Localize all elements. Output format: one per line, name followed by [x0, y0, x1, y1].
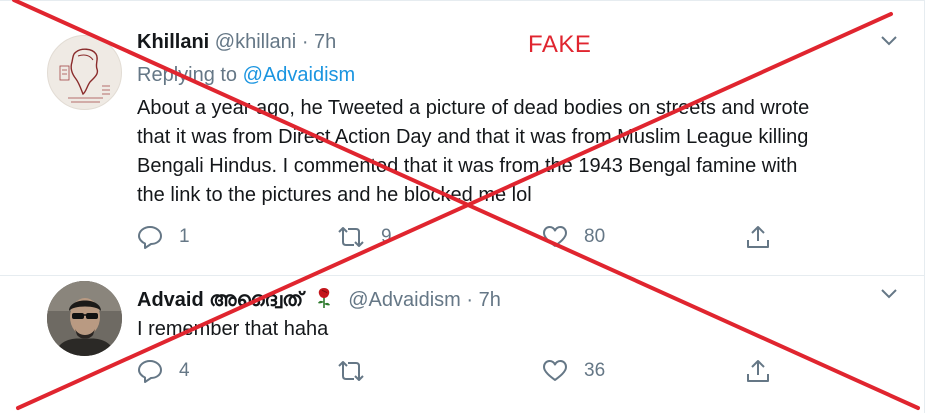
- share-button[interactable]: [745, 357, 771, 385]
- replying-to-line: Replying to @Advaidism: [137, 64, 355, 87]
- tweet-advaid[interactable]: Advaid അദ്വൈത് @Advaidism · 7h I remembe…: [0, 276, 925, 413]
- tweet-text: I remember that haha: [137, 315, 907, 344]
- meta-separator: ·: [466, 289, 474, 311]
- tweet-header: Advaid അദ്വൈത് @Advaidism · 7h: [137, 285, 501, 315]
- mention-link[interactable]: @Advaidism: [243, 64, 356, 86]
- tweet-header: Khillani @khillani · 7h: [137, 30, 336, 54]
- tweet-actions: 1 9 80: [137, 223, 787, 251]
- retweet-icon: [338, 361, 364, 381]
- reply-count: 1: [179, 226, 190, 247]
- tweet-text-line: I remember that haha: [137, 318, 329, 340]
- retweet-button[interactable]: 9: [337, 223, 392, 251]
- map-emblem-icon: [59, 48, 110, 103]
- share-icon: [747, 226, 769, 248]
- replying-prefix: Replying to: [137, 64, 238, 86]
- tweet-text-line: About a year ago, he Tweeted a picture o…: [137, 97, 810, 119]
- retweet-icon: [338, 227, 364, 247]
- timestamp[interactable]: 7h: [479, 289, 501, 311]
- tweet-actions: 4 36: [137, 357, 787, 385]
- reply-icon: [138, 360, 162, 383]
- tweet-text-line: the link to the pictures and he blocked …: [137, 184, 532, 206]
- meta-separator: ·: [301, 31, 309, 53]
- reply-button[interactable]: 1: [137, 223, 190, 251]
- timestamp[interactable]: 7h: [314, 31, 336, 53]
- user-handle[interactable]: @Advaidism: [348, 289, 461, 311]
- rose-icon: [315, 285, 333, 315]
- display-name[interactable]: Khillani: [137, 31, 209, 53]
- more-options-chevron-icon[interactable]: [879, 34, 899, 48]
- tweet-text: About a year ago, he Tweeted a picture o…: [137, 94, 907, 210]
- display-name-script[interactable]: അദ്വൈത്: [209, 289, 303, 311]
- share-icon: [747, 360, 769, 382]
- fake-label: FAKE: [528, 31, 592, 58]
- avatar[interactable]: [47, 281, 122, 356]
- avatar[interactable]: [47, 35, 122, 110]
- reply-count: 4: [179, 360, 190, 381]
- tweet-text-line: Bengali Hindus. I commented that it was …: [137, 155, 798, 177]
- heart-icon: [543, 226, 567, 247]
- more-options-chevron-icon[interactable]: [879, 287, 899, 301]
- like-button[interactable]: 80: [542, 223, 605, 251]
- user-handle[interactable]: @khillani: [215, 31, 296, 53]
- retweet-button[interactable]: [337, 357, 381, 385]
- share-button[interactable]: [745, 223, 771, 251]
- like-count: 80: [584, 226, 606, 247]
- tweet-text-line: that it was from Direct Action Day and t…: [137, 126, 809, 148]
- tweet-khillani[interactable]: Khillani @khillani · 7h Replying to @Adv…: [0, 14, 925, 276]
- reply-icon: [138, 226, 162, 249]
- retweet-count: 9: [381, 226, 392, 247]
- reply-button[interactable]: 4: [137, 357, 190, 385]
- like-button[interactable]: 36: [542, 357, 605, 385]
- person-sunglasses-icon: [47, 281, 122, 356]
- like-count: 36: [584, 360, 606, 381]
- display-name[interactable]: Advaid: [137, 289, 204, 311]
- heart-icon: [543, 360, 567, 381]
